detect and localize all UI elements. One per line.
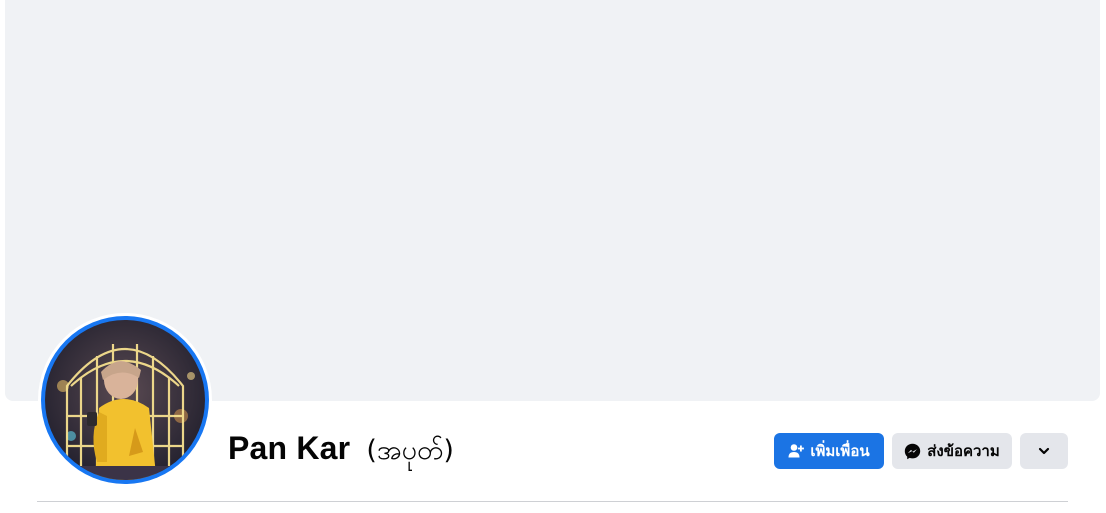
profile-name-row: Pan Kar (အပုတ်) <box>228 430 454 472</box>
add-friend-button[interactable]: เพิ่มเพื่อน <box>774 433 884 469</box>
profile-header: Pan Kar (အပုတ်) เพิ่มเพื่อน ส่งข้อความ <box>0 0 1106 513</box>
person-add-icon <box>788 443 805 459</box>
add-friend-label: เพิ่มเพื่อน <box>810 443 870 460</box>
message-button[interactable]: ส่งข้อความ <box>892 433 1012 469</box>
messenger-icon <box>904 443 921 460</box>
profile-alternate-name: (အပုတ်) <box>366 435 454 466</box>
header-divider <box>37 501 1068 502</box>
more-options-button[interactable] <box>1020 433 1068 469</box>
profile-avatar[interactable] <box>41 316 209 484</box>
profile-name: Pan Kar <box>228 430 351 466</box>
chevron-down-icon <box>1037 444 1051 458</box>
message-label: ส่งข้อความ <box>927 443 1000 460</box>
avatar-photo <box>45 320 205 480</box>
